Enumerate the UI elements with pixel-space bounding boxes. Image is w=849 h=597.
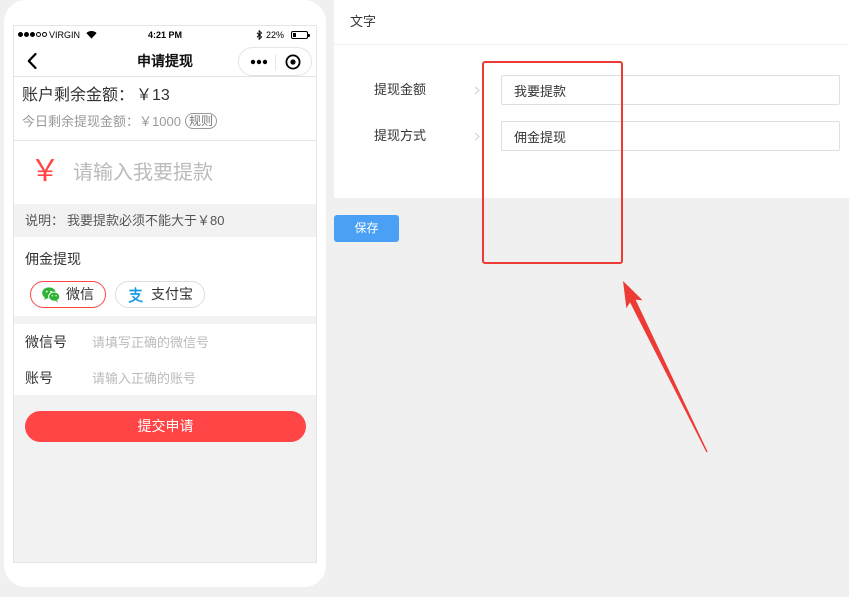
alipay-icon (128, 287, 143, 303)
method-option-wechat[interactable]: 微信 (30, 281, 106, 308)
field-row-account: 账号 (14, 360, 316, 396)
account-label: 账号 (25, 370, 53, 386)
more-dots-icon[interactable] (250, 59, 268, 65)
form-label-amount: 提现金额 (374, 82, 427, 97)
method-option-alipay[interactable]: 支付宝 (115, 281, 205, 308)
form-label-method: 提现方式 (374, 128, 427, 143)
submit-button[interactable]: 提交申请 (25, 411, 306, 442)
field-row-wechat-id: 微信号 (14, 324, 316, 360)
phone-frame: VIRGIN 4:21 PM 22% 申请提现 账户剩余金额： ￥13 今日剩余… (4, 0, 326, 587)
signal-strength (18, 32, 47, 38)
daily-limit: 今日剩余提现金额：￥1000 规则 (22, 113, 217, 131)
signal-dot (24, 32, 29, 37)
phone-screen: VIRGIN 4:21 PM 22% 申请提现 账户剩余金额： ￥13 今日剩余… (13, 25, 317, 563)
note-text: 我要提款必须不能大于￥80 (67, 213, 225, 228)
form-row-method: 提现方式 (334, 121, 849, 151)
account-balance-label: 账户剩余金额： (22, 87, 135, 104)
chevron-right-icon (474, 132, 480, 141)
wechat-id-input[interactable] (92, 330, 307, 354)
withdraw-method-title: 佣金提现 (25, 251, 81, 267)
withdraw-method-panel: 佣金提现 微信 支付宝 (14, 237, 316, 316)
account-input[interactable] (92, 366, 307, 390)
currency-symbol: ￥ (30, 155, 60, 188)
account-balance-value: ￥13 (136, 87, 170, 104)
editor-header: 文字 (334, 0, 849, 45)
note-label: 说明： (25, 213, 65, 228)
chevron-right-icon (474, 86, 480, 95)
form-row-amount: 提现金额 (334, 75, 849, 105)
carrier-name: VIRGIN (49, 30, 81, 40)
nav-bar: 申请提现 (14, 44, 316, 77)
mini-program-capsule (238, 47, 312, 76)
signal-dot (36, 32, 41, 37)
target-circle-icon[interactable] (285, 54, 301, 70)
form-input-amount[interactable] (501, 75, 840, 105)
daily-limit-value: ￥1000 (139, 114, 181, 129)
note-bar: 说明： 我要提款必须不能大于￥80 (14, 204, 316, 237)
battery-icon (291, 31, 310, 39)
battery-level (293, 33, 296, 37)
form-input-method[interactable] (501, 121, 840, 151)
wechat-id-label: 微信号 (25, 334, 67, 350)
method-option-label: 微信 (66, 286, 94, 302)
status-bar: VIRGIN 4:21 PM 22% (14, 26, 316, 44)
page-title: 申请提现 (137, 53, 193, 69)
capsule-divider (275, 54, 276, 70)
amount-panel: ￥ (14, 141, 316, 204)
status-time: 4:21 PM (147, 30, 182, 40)
editor-title: 文字 (350, 14, 377, 29)
rules-badge[interactable]: 规则 (184, 113, 217, 129)
daily-limit-label: 今日剩余提现金额： (22, 114, 140, 129)
account-fields: 微信号 账号 (14, 324, 316, 395)
bluetooth-icon (256, 30, 263, 40)
wifi-icon (86, 31, 97, 39)
signal-dot (18, 32, 23, 37)
signal-dot (30, 32, 35, 37)
account-balance: 账户剩余金额： ￥13 (22, 85, 170, 107)
amount-input[interactable] (73, 153, 305, 193)
editor-panel: 文字 提现金额 提现方式 (334, 0, 849, 198)
battery-percent: 22% (266, 30, 285, 40)
balance-panel: 账户剩余金额： ￥13 今日剩余提现金额：￥1000 规则 (14, 77, 316, 141)
save-button[interactable]: 保存 (334, 215, 399, 242)
wechat-icon (42, 287, 60, 303)
chevron-left-icon[interactable] (27, 53, 37, 69)
method-option-label: 支付宝 (151, 286, 193, 302)
signal-dot (42, 32, 47, 37)
